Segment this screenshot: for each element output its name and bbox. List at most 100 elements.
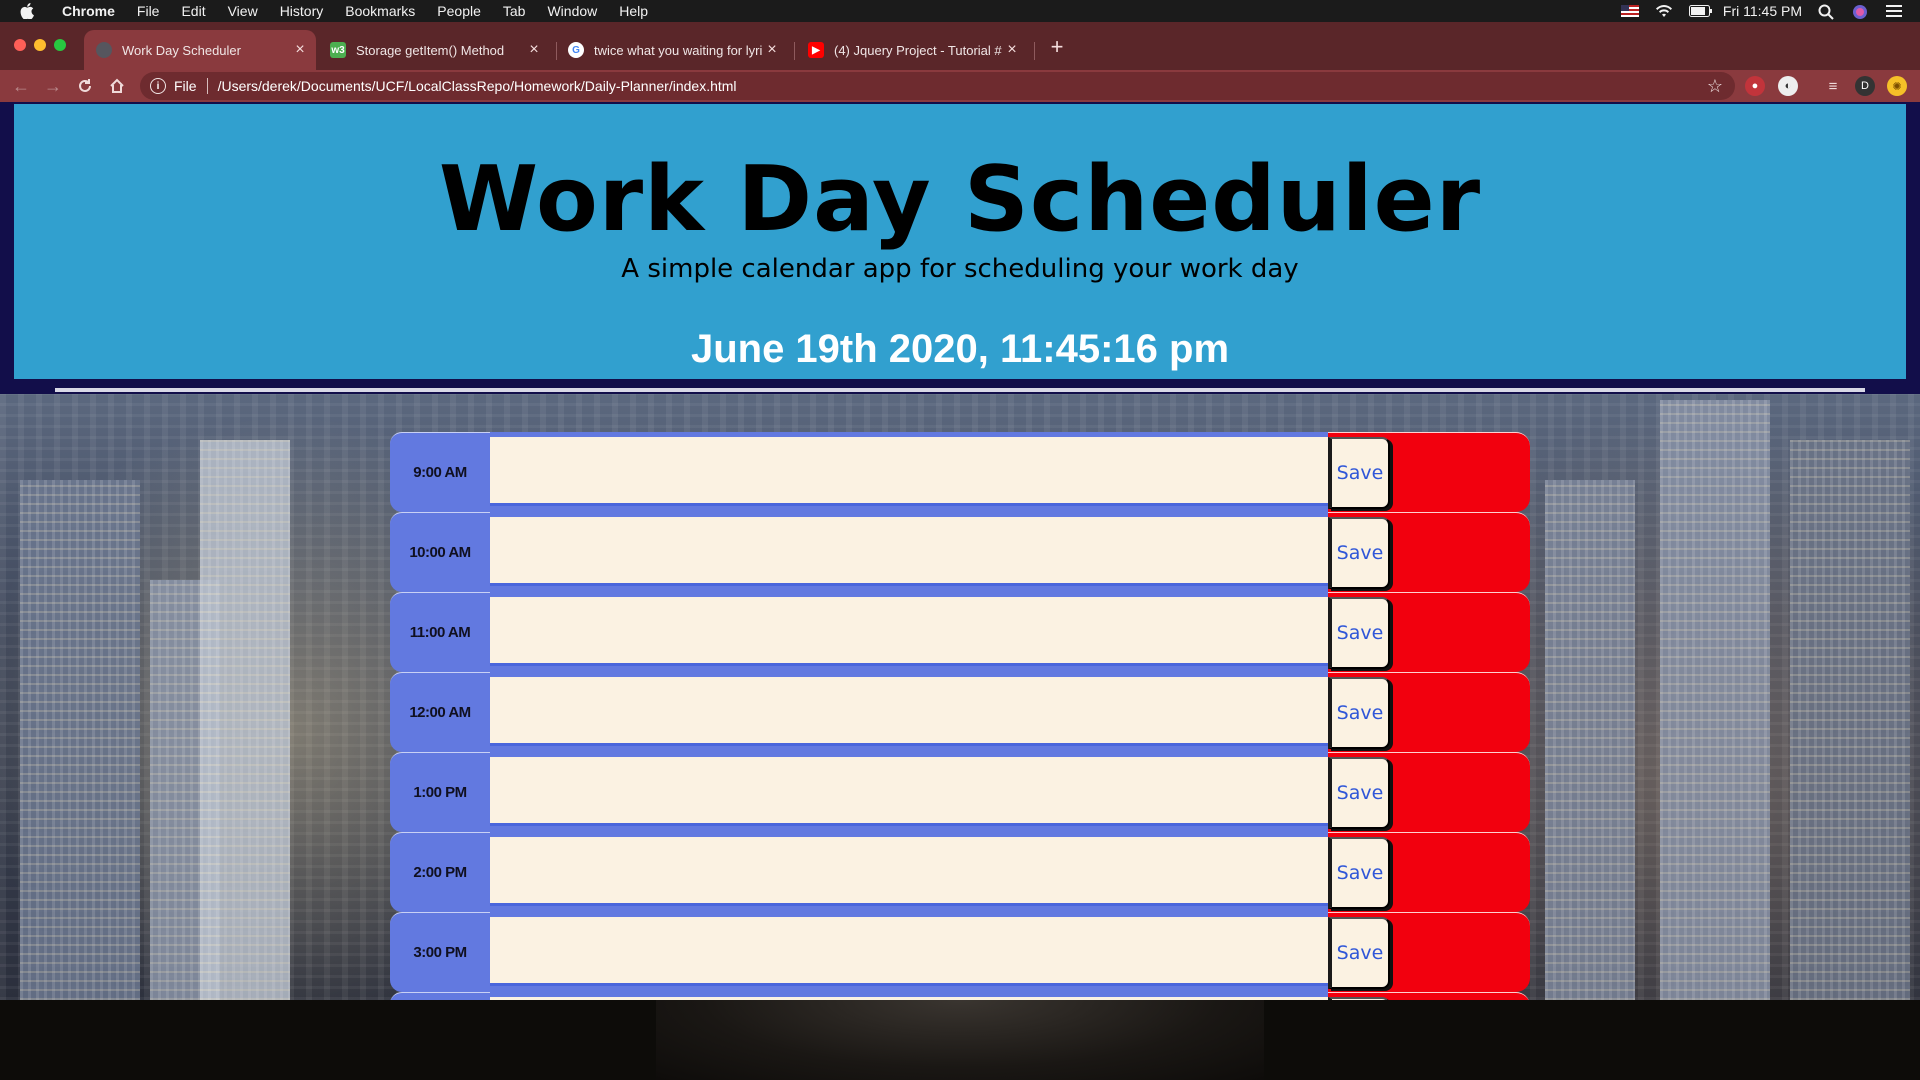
current-date-time: June 19th 2020, 11:45:16 pm	[690, 327, 1230, 371]
time-block-row: 2:00 PM Save	[390, 832, 1530, 912]
siri-icon[interactable]	[1852, 4, 1870, 19]
profile-avatar[interactable]: D	[1855, 76, 1875, 96]
tab-twice-lyrics[interactable]: G twice what you waiting for lyric ×	[556, 30, 788, 70]
new-tab-button[interactable]: +	[1046, 36, 1068, 58]
window-minimize-button[interactable]	[34, 39, 46, 51]
past-status-block: Save	[1328, 832, 1530, 912]
address-url[interactable]: /Users/derek/Documents/UCF/LocalClassRep…	[218, 78, 737, 94]
wifi-icon[interactable]	[1655, 4, 1673, 18]
save-button[interactable]: Save	[1328, 757, 1390, 829]
description-container	[490, 432, 1428, 512]
tab-title: (4) Jquery Project - Tutorial #0	[834, 42, 1002, 58]
tab-close-icon[interactable]: ×	[290, 41, 310, 59]
tab-title: Work Day Scheduler	[122, 42, 241, 58]
description-container	[490, 592, 1428, 672]
menu-bookmarks[interactable]: Bookmarks	[334, 0, 426, 22]
header-panel: Work Day Scheduler A simple calendar app…	[14, 104, 1906, 379]
site-info-icon[interactable]: i	[150, 78, 166, 94]
description-container	[490, 912, 1428, 992]
menu-history[interactable]: History	[269, 0, 335, 22]
hour-label: 9:00 AM	[390, 432, 490, 512]
past-status-block: Save	[1328, 672, 1530, 752]
time-block-row: 9:00 AM Save	[390, 432, 1530, 512]
time-block-row	[390, 992, 1530, 1000]
page-title: Work Day Scheduler	[438, 147, 1482, 252]
description-container	[490, 992, 1428, 1000]
tab-work-day-scheduler[interactable]: Work Day Scheduler ×	[84, 30, 316, 70]
hour-label: 3:00 PM	[390, 912, 490, 992]
save-button[interactable]: Save	[1328, 517, 1390, 589]
save-button[interactable]: Save	[1328, 437, 1390, 509]
hour-label: 11:00 AM	[390, 592, 490, 672]
tab-title: Storage getItem() Method	[356, 42, 505, 58]
tab-storage-getitem[interactable]: w3 Storage getItem() Method ×	[318, 30, 550, 70]
extension-circle-icon[interactable]: ◐	[1778, 76, 1798, 96]
tab-jquery-project[interactable]: ▶ (4) Jquery Project - Tutorial #0 ×	[796, 30, 1028, 70]
media-queue-icon[interactable]: ≡	[1823, 76, 1843, 96]
forward-arrow-icon[interactable]: →	[42, 75, 64, 97]
spotlight-search-icon[interactable]	[1818, 4, 1836, 20]
past-status-block: Save	[1328, 912, 1530, 992]
save-button[interactable]: Save	[1328, 677, 1390, 749]
tab-separator	[1034, 42, 1035, 60]
back-arrow-icon[interactable]: ←	[10, 75, 32, 97]
past-status-block: Save	[1328, 592, 1530, 672]
battery-icon[interactable]	[1688, 4, 1712, 18]
save-button[interactable]: Save	[1328, 917, 1390, 989]
past-status-block: Save	[1328, 512, 1530, 592]
event-description-textarea[interactable]	[490, 837, 1428, 906]
description-container	[490, 832, 1428, 912]
page-viewport: Work Day Scheduler A simple calendar app…	[0, 102, 1920, 1000]
tab-separator	[794, 42, 795, 60]
home-icon[interactable]	[106, 75, 128, 97]
menu-app-name[interactable]: Chrome	[54, 0, 126, 22]
menu-help[interactable]: Help	[608, 0, 659, 22]
menu-view[interactable]: View	[217, 0, 269, 22]
tab-close-icon[interactable]: ×	[1002, 41, 1022, 59]
hour-label-partial	[390, 992, 490, 1000]
menubar-clock[interactable]: Fri 11:45 PM	[1723, 3, 1802, 19]
event-description-textarea[interactable]	[490, 757, 1428, 826]
event-description-textarea[interactable]	[490, 437, 1428, 506]
header-divider	[55, 388, 1865, 392]
menu-tab[interactable]: Tab	[492, 0, 537, 22]
reload-icon[interactable]	[74, 75, 96, 97]
description-container	[490, 752, 1428, 832]
past-status-block: Save	[1328, 752, 1530, 832]
hour-label: 10:00 AM	[390, 512, 490, 592]
description-container	[490, 672, 1428, 752]
time-block-row: 12:00 AM Save	[390, 672, 1530, 752]
bookmark-star-icon[interactable]: ☆	[1707, 76, 1723, 97]
event-description-textarea[interactable]	[490, 917, 1428, 986]
menu-window[interactable]: Window	[536, 0, 608, 22]
description-container	[490, 512, 1428, 592]
apple-icon[interactable]	[18, 2, 36, 20]
us-flag-icon[interactable]	[1620, 4, 1639, 18]
window-zoom-button[interactable]	[54, 39, 66, 51]
macos-menu-bar: Chrome File Edit View History Bookmarks …	[0, 0, 1920, 22]
time-block-row: 1:00 PM Save	[390, 752, 1530, 832]
menu-people[interactable]: People	[426, 0, 492, 22]
window-close-button[interactable]	[14, 39, 26, 51]
event-description-textarea[interactable]	[490, 677, 1428, 746]
menu-edit[interactable]: Edit	[170, 0, 216, 22]
event-description-textarea[interactable]	[490, 597, 1428, 666]
tab-close-icon[interactable]: ×	[524, 41, 544, 59]
globe-icon	[96, 42, 112, 58]
event-description-textarea[interactable]	[490, 517, 1428, 586]
address-bar[interactable]: i File /Users/derek/Documents/UCF/LocalC…	[140, 72, 1735, 100]
browser-tab-strip: Work Day Scheduler × w3 Storage getItem(…	[0, 22, 1920, 70]
notification-center-icon[interactable]	[1886, 4, 1904, 18]
tab-title: twice what you waiting for lyric	[594, 42, 762, 58]
screencastify-extension-icon[interactable]: ●	[1745, 76, 1765, 96]
page-subtitle: A simple calendar app for scheduling you…	[621, 254, 1299, 284]
save-button[interactable]: Save	[1328, 837, 1390, 909]
tab-close-icon[interactable]: ×	[762, 41, 782, 59]
browser-toolbar: ← → i File /Users/derek/Documents/UCF/Lo…	[0, 70, 1920, 102]
address-scheme-label: File	[174, 78, 197, 94]
save-button[interactable]: Save	[1328, 597, 1390, 669]
hour-label: 1:00 PM	[390, 752, 490, 832]
menu-file[interactable]: File	[126, 0, 171, 22]
extension-sun-icon[interactable]: ✺	[1887, 76, 1907, 96]
hour-label: 12:00 AM	[390, 672, 490, 752]
